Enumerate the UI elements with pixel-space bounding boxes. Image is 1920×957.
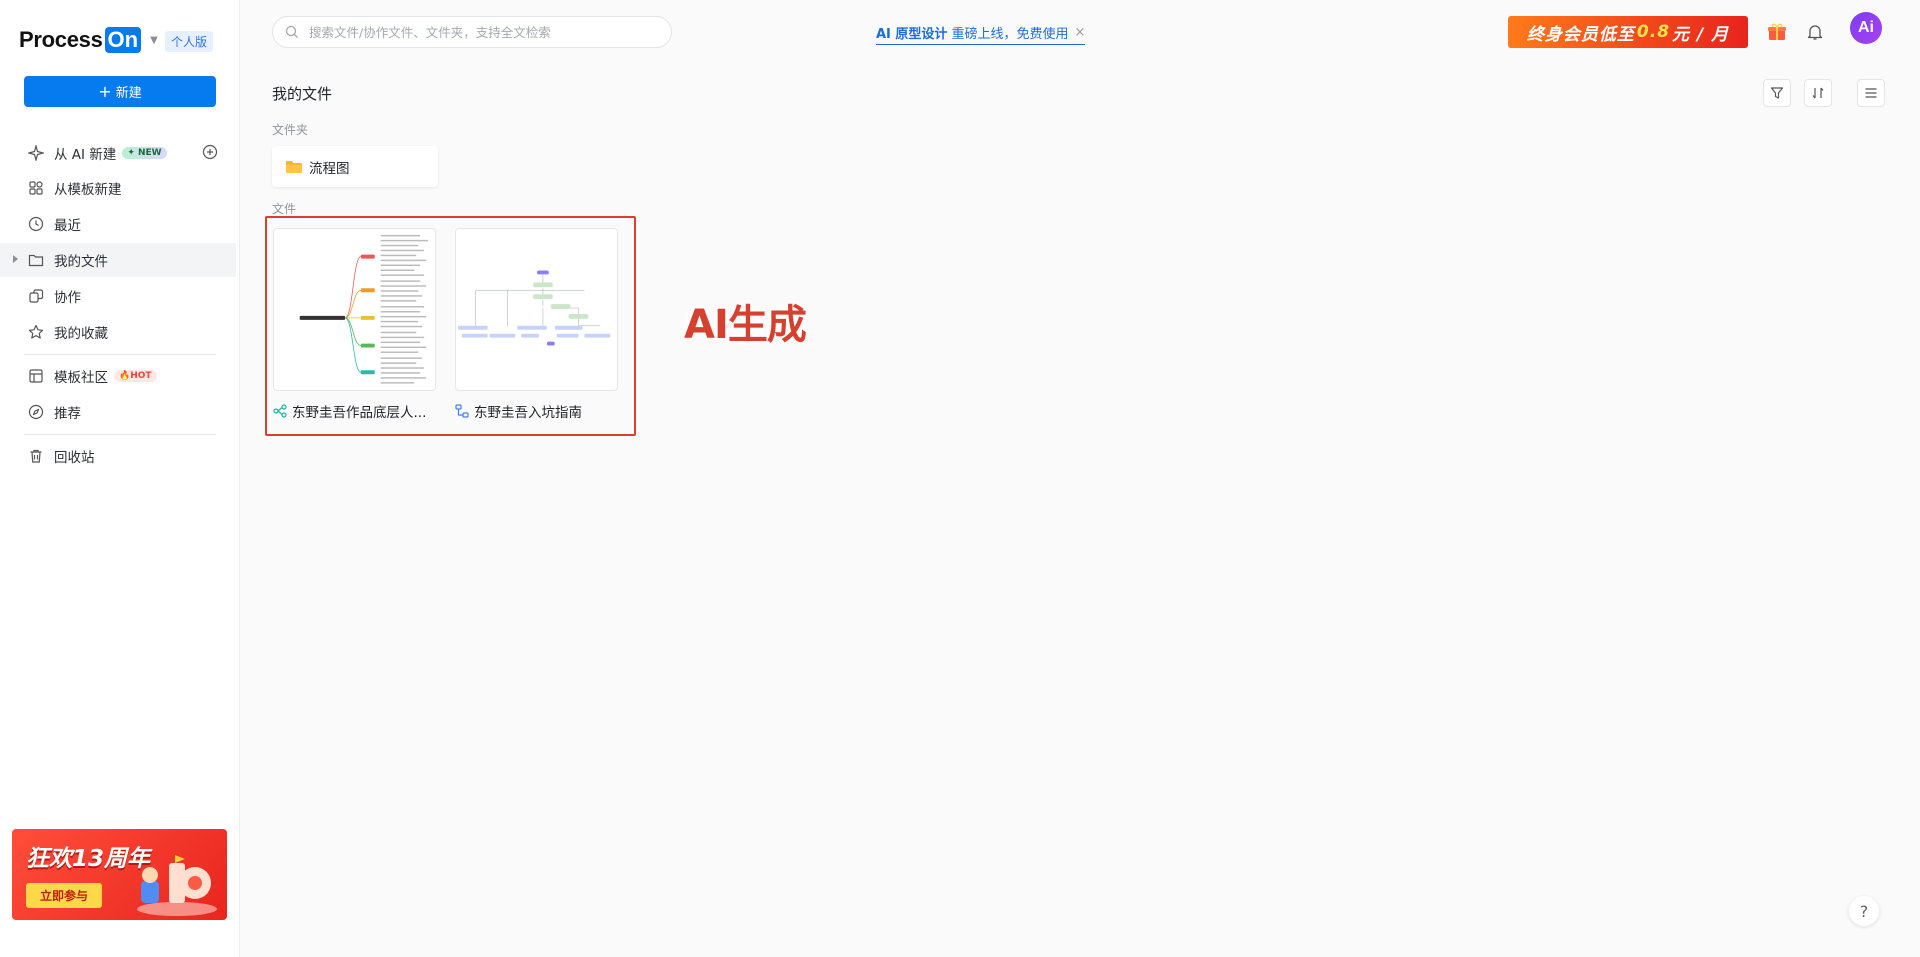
- bell-icon[interactable]: [1806, 23, 1824, 41]
- vip-price: 0.8: [1636, 22, 1671, 42]
- logo-text: Process: [19, 27, 103, 52]
- collaborate-icon: [28, 288, 44, 304]
- new-button-label: 新建: [115, 86, 142, 101]
- user-avatar[interactable]: Ai: [1850, 12, 1882, 44]
- clock-icon: [28, 216, 44, 232]
- close-icon[interactable]: ×: [1074, 25, 1085, 40]
- sidebar-item-label: 从模板新建: [54, 182, 122, 198]
- star-icon: [28, 324, 44, 340]
- list-view-icon: [1865, 88, 1877, 98]
- compass-icon: [28, 404, 44, 420]
- sidebar-item-recent[interactable]: 最近: [0, 207, 236, 241]
- sidebar-item-label: 模板社区: [54, 370, 108, 386]
- sidebar-item-label: 我的收藏: [54, 326, 108, 342]
- promo-join-button[interactable]: 立即参与: [26, 883, 103, 908]
- folder-item[interactable]: 流程图: [272, 146, 438, 187]
- flowchart-icon: [455, 404, 469, 418]
- file-name[interactable]: 东野圭吾作品底层人...: [273, 401, 436, 421]
- new-tag: ✦ NEW: [122, 147, 167, 159]
- help-button[interactable]: ?: [1849, 896, 1879, 926]
- new-button[interactable]: + 新建: [24, 76, 216, 107]
- vip-promo-banner[interactable]: 终身会员低至 0.8 元 / 月: [1508, 16, 1748, 48]
- file-thumbnail[interactable]: [273, 228, 436, 391]
- sidebar-item-label: 推荐: [54, 406, 81, 422]
- file-card-mindmap[interactable]: 东野圭吾作品底层人...: [273, 228, 436, 421]
- file-thumbnail[interactable]: [455, 228, 618, 391]
- edition-badge: 个人版: [165, 31, 214, 52]
- sort-button[interactable]: [1804, 79, 1832, 107]
- anniversary-promo-banner[interactable]: 狂欢13周年 立即参与: [12, 829, 227, 920]
- page-title: 我的文件: [272, 85, 333, 103]
- folders-section-label: 文件夹: [272, 123, 309, 137]
- announcement-text: 重磅上线，免费使用: [951, 27, 1069, 42]
- sidebar-item-label: 我的文件: [54, 254, 108, 270]
- filter-icon: [1770, 87, 1784, 99]
- sidebar-item-label: 协作: [54, 290, 81, 306]
- sidebar-item-ai-new[interactable]: 从 AI 新建 ✦ NEW: [0, 136, 236, 170]
- trash-icon: [28, 448, 44, 464]
- file-name-text: 东野圭吾入坑指南: [474, 405, 582, 421]
- sidebar: Process On ▼ 个人版 + 新建 从 AI 新建 ✦ NEW 从模板新…: [0, 0, 240, 957]
- sidebar-item-label: 回收站: [54, 450, 95, 466]
- list-view-button[interactable]: [1857, 79, 1885, 107]
- add-circle-icon[interactable]: [202, 144, 218, 160]
- filter-button[interactable]: [1763, 79, 1791, 107]
- sidebar-item-template-new[interactable]: 从模板新建: [0, 171, 236, 205]
- announcement-bold: AI 原型设计: [876, 27, 948, 42]
- mindmap-icon: [273, 404, 287, 418]
- file-card-flowchart[interactable]: 东野圭吾入坑指南: [455, 228, 618, 421]
- announcement-link[interactable]: AI 原型设计 重磅上线，免费使用 ×: [876, 23, 1086, 45]
- template-grid-icon: [28, 180, 44, 196]
- sidebar-item-template-community[interactable]: 模板社区 🔥HOT: [0, 359, 236, 393]
- file-name-text: 东野圭吾作品底层人...: [292, 405, 427, 421]
- folder-icon: [286, 160, 302, 173]
- sidebar-divider: [24, 354, 216, 355]
- file-name[interactable]: 东野圭吾入坑指南: [455, 401, 618, 421]
- new-tag-text: NEW: [138, 148, 162, 158]
- sidebar-item-favorites[interactable]: 我的收藏: [0, 315, 236, 349]
- sidebar-item-label: 从 AI 新建: [54, 147, 117, 163]
- search-box[interactable]: [272, 16, 672, 48]
- files-section-label: 文件: [272, 202, 297, 216]
- folder-name: 流程图: [309, 160, 350, 177]
- folder-icon: [28, 252, 44, 268]
- plus-icon: +: [98, 81, 112, 101]
- gift-icon[interactable]: [1767, 22, 1787, 42]
- ai-generated-annotation: AI生成: [684, 302, 807, 348]
- logo-on: On: [104, 27, 142, 53]
- sidebar-item-trash[interactable]: 回收站: [0, 439, 236, 473]
- processon-logo[interactable]: Process On ▼: [19, 27, 158, 53]
- sort-icon: [1812, 87, 1824, 99]
- sidebar-item-recommend[interactable]: 推荐: [0, 395, 236, 429]
- search-icon: [285, 25, 298, 38]
- vip-prefix: 终身会员低至: [1526, 24, 1635, 45]
- sparkle-icon: [28, 145, 44, 161]
- flowchart-preview-icon: [457, 270, 611, 346]
- layout-icon: [28, 368, 44, 384]
- anniversary-illustration-icon: [137, 855, 217, 916]
- search-input[interactable]: [309, 24, 649, 40]
- sidebar-item-collaborate[interactable]: 协作: [0, 279, 236, 313]
- mindmap-preview-icon: [299, 234, 429, 384]
- sidebar-item-my-files[interactable]: 我的文件: [0, 243, 236, 277]
- hot-tag-text: HOT: [130, 371, 152, 381]
- vip-suffix: 元 / 月: [1672, 24, 1730, 45]
- sidebar-divider: [24, 434, 216, 435]
- sidebar-item-label: 最近: [54, 218, 81, 234]
- expand-arrow-icon[interactable]: [13, 255, 18, 263]
- chevron-down-icon[interactable]: ▼: [150, 35, 158, 46]
- hot-tag: 🔥HOT: [114, 370, 157, 382]
